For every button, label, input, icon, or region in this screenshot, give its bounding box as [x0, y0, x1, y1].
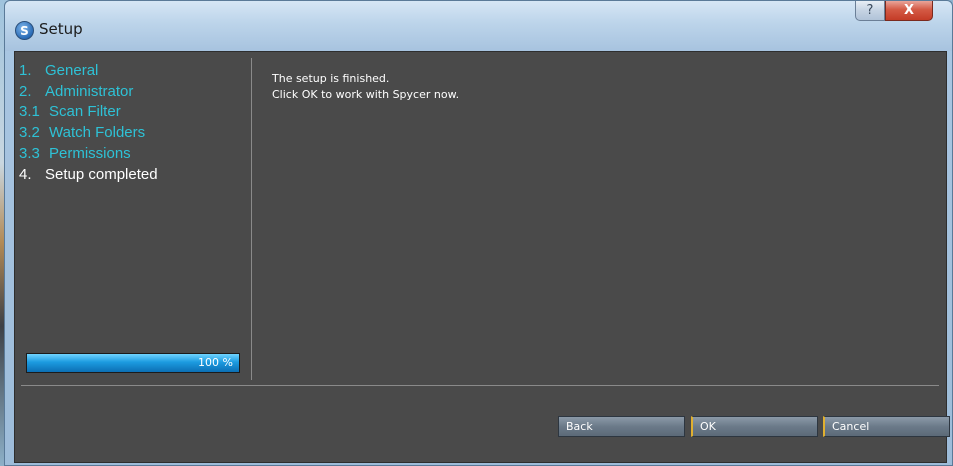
step-setup-completed: 4. Setup completed: [19, 165, 158, 185]
completion-message: The setup is finished. Click OK to work …: [272, 71, 459, 103]
vertical-divider: [251, 58, 252, 380]
progress-label: 100 %: [198, 356, 233, 369]
step-permissions[interactable]: 3.3 Permissions: [19, 144, 131, 164]
step-label: Administrator: [45, 83, 134, 100]
setup-client-area: 1. General 2. Administrator 3.1 Scan Filter…: [14, 51, 950, 463]
step-label: Scan Filter: [49, 103, 121, 120]
close-button[interactable]: X: [885, 1, 933, 21]
ok-button[interactable]: OK: [691, 416, 818, 437]
spycer-app-icon: S: [15, 21, 34, 40]
help-button[interactable]: ?: [855, 1, 885, 21]
message-line-2: Click OK to work with Spycer now.: [272, 88, 460, 101]
message-line-1: The setup is finished.: [272, 72, 390, 85]
step-label: Permissions: [49, 145, 131, 162]
step-number: 1.: [19, 62, 32, 79]
setup-steps-nav: 1. General 2. Administrator 3.1 Scan Filter…: [15, 52, 251, 382]
setup-window: S Setup ? X 1. General 2. Administrator 3.…: [4, 0, 953, 466]
setup-progress-bar: 100 %: [26, 353, 240, 373]
step-scan-filter[interactable]: 3.1 Scan Filter: [19, 102, 121, 122]
step-number: 3.3: [19, 145, 40, 162]
step-label: Setup completed: [45, 166, 158, 183]
step-label: General: [45, 62, 99, 79]
step-number: 2.: [19, 83, 32, 100]
step-watch-folders[interactable]: 3.2 Watch Folders: [19, 123, 145, 143]
cancel-button[interactable]: Cancel: [823, 416, 950, 437]
step-number: 3.2: [19, 124, 40, 141]
step-label: Watch Folders: [49, 124, 146, 141]
step-general[interactable]: 1. General: [19, 61, 98, 81]
title-bar[interactable]: S Setup ? X: [5, 1, 952, 51]
window-title: Setup: [39, 20, 83, 38]
step-number: 4.: [19, 166, 32, 183]
step-administrator[interactable]: 2. Administrator: [19, 82, 133, 102]
step-number: 3.1: [19, 103, 40, 120]
horizontal-divider: [21, 385, 939, 386]
back-button[interactable]: Back: [558, 416, 685, 437]
